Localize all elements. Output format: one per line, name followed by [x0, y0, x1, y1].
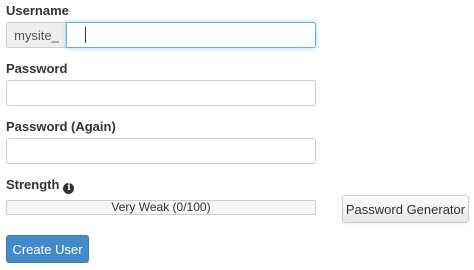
username-label: Username — [6, 3, 69, 18]
password-strength-meter: Very Weak (0/100) — [6, 200, 316, 215]
username-prefix: mysite_ — [6, 22, 66, 48]
strength-text: Very Weak (0/100) — [111, 200, 211, 214]
password-again-label: Password (Again) — [6, 119, 116, 134]
password-label: Password — [6, 61, 68, 76]
password-generator-button[interactable]: Password Generator — [342, 195, 469, 223]
password-again-input[interactable] — [6, 138, 316, 164]
username-input-group: mysite_ — [6, 22, 316, 48]
text-cursor — [85, 27, 86, 43]
create-user-form: Username mysite_ Password Password (Agai… — [0, 0, 474, 270]
password-input[interactable] — [6, 80, 316, 106]
info-icon[interactable]: i — [63, 182, 75, 194]
create-user-button[interactable]: Create User — [6, 235, 89, 263]
strength-label-row: Strength i — [6, 177, 75, 194]
strength-label: Strength — [6, 177, 60, 192]
username-input[interactable] — [66, 22, 316, 48]
